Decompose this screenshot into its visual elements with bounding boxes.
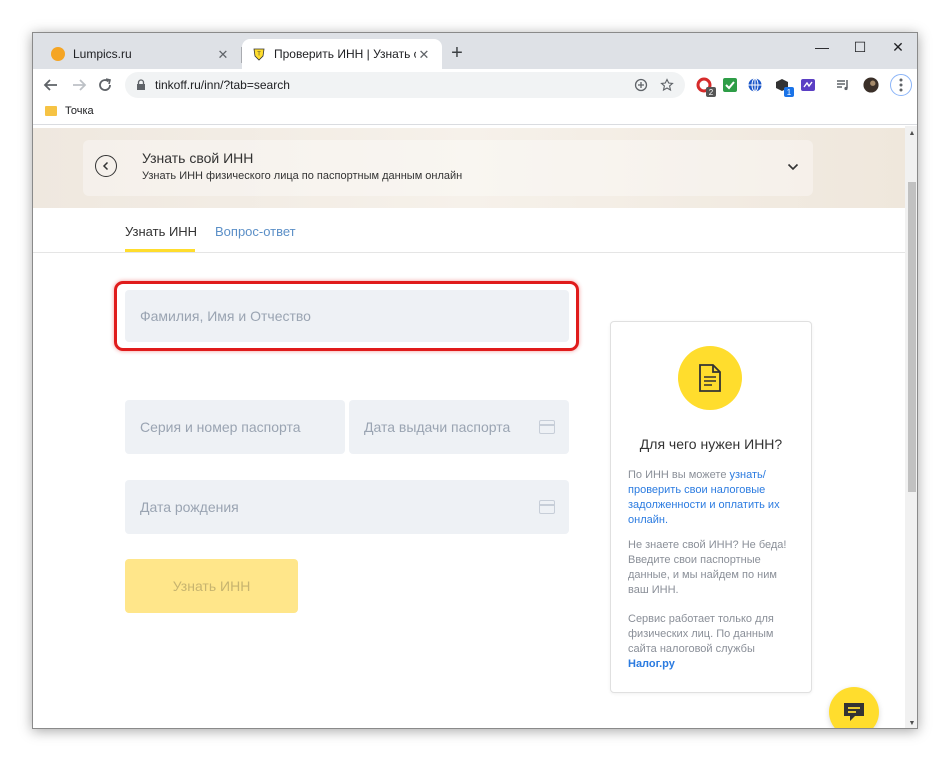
birth-date-placeholder: Дата рождения xyxy=(140,499,239,515)
info-text: По ИНН вы можете xyxy=(628,469,730,481)
calendar-icon[interactable] xyxy=(539,420,555,434)
more-menu-button[interactable] xyxy=(890,74,912,96)
scroll-thumb[interactable] xyxy=(908,182,916,492)
tab-strip: Lumpics.ru ✕ Т Проверить ИНН | Узнать св… xyxy=(33,33,917,69)
chevron-down-icon[interactable] xyxy=(787,160,799,174)
minimize-button[interactable]: — xyxy=(803,33,841,61)
hero-subtitle: Узнать ИНН физического лица по паспортны… xyxy=(142,170,463,182)
info-paragraph-2: Не знаете свой ИНН? Не беда! Введите сво… xyxy=(628,539,787,596)
tab-title: Проверить ИНН | Узнать свой И xyxy=(274,47,416,61)
tab-find-inn[interactable]: Узнать ИНН xyxy=(125,224,197,239)
back-arrow-icon[interactable] xyxy=(39,73,63,97)
tinkoff-favicon-icon: Т xyxy=(252,47,266,61)
info-paragraph-3: Сервис работает только для физических ли… xyxy=(628,612,798,672)
tab-close-icon[interactable]: ✕ xyxy=(416,46,432,62)
maximize-button[interactable]: ☐ xyxy=(841,33,879,61)
address-bar[interactable]: tinkoff.ru/inn/?tab=search xyxy=(125,72,685,98)
bookmarks-bar: Точка xyxy=(33,101,917,125)
close-window-button[interactable]: ✕ xyxy=(879,33,917,61)
tab-tinkoff-inn[interactable]: Т Проверить ИНН | Узнать свой И ✕ xyxy=(242,39,442,69)
tab-close-icon[interactable]: ✕ xyxy=(215,46,231,62)
scroll-down-arrow-icon[interactable]: ▼ xyxy=(905,716,917,728)
bookmark-label: Точка xyxy=(65,105,94,117)
birth-date-input[interactable]: Дата рождения xyxy=(125,480,569,534)
forward-arrow-icon[interactable] xyxy=(67,73,91,97)
scroll-up-arrow-icon[interactable]: ▲ xyxy=(905,126,917,140)
passport-issue-date-input[interactable]: Дата выдачи паспорта xyxy=(349,400,569,454)
purple-extension-icon[interactable] xyxy=(800,77,816,93)
highlight-frame xyxy=(114,281,579,351)
tab-title: Lumpics.ru xyxy=(73,47,132,61)
globe-extension-icon[interactable] xyxy=(747,77,763,93)
browser-window: Lumpics.ru ✕ Т Проверить ИНН | Узнать св… xyxy=(32,32,918,729)
media-queue-icon[interactable] xyxy=(835,77,851,93)
info-title: Для чего нужен ИНН? xyxy=(639,436,783,452)
info-paragraph-1: По ИНН вы можете узнать/ проверить свои … xyxy=(628,468,798,528)
checkmark-extension-icon[interactable] xyxy=(722,77,738,93)
passport-number-input[interactable]: Серия и номер паспорта xyxy=(125,400,345,454)
browser-toolbar: tinkoff.ru/inn/?tab=search 2 1 xyxy=(33,69,917,101)
reload-icon[interactable] xyxy=(93,73,117,97)
info-text: Сервис работает только для физических ли… xyxy=(628,613,774,655)
back-circle-icon[interactable] xyxy=(95,155,117,177)
hero-banner xyxy=(33,128,905,208)
bookmark-star-icon[interactable] xyxy=(659,77,675,93)
tab-faq[interactable]: Вопрос-ответ xyxy=(215,224,296,239)
page-viewport: Узнать свой ИНН Узнать ИНН физического л… xyxy=(33,126,905,728)
hero-title: Узнать свой ИНН xyxy=(142,150,254,166)
page-tabs: Узнать ИНН Вопрос-ответ xyxy=(33,208,905,253)
lumpics-favicon-icon xyxy=(51,47,65,61)
issue-date-placeholder: Дата выдачи паспорта xyxy=(364,419,511,435)
find-inn-button[interactable]: Узнать ИНН xyxy=(125,559,298,613)
chat-icon xyxy=(844,703,864,721)
chat-button[interactable] xyxy=(829,687,879,728)
document-icon xyxy=(678,346,742,410)
nalog-link[interactable]: Налог.ру xyxy=(628,658,675,670)
folder-icon xyxy=(45,106,57,116)
tab-lumpics[interactable]: Lumpics.ru ✕ xyxy=(41,39,241,69)
bookmark-tochka[interactable]: Точка xyxy=(45,105,94,117)
info-card: Для чего нужен ИНН? По ИНН вы можете узн… xyxy=(610,321,812,693)
new-tab-button[interactable]: + xyxy=(447,43,467,63)
url-text[interactable]: tinkoff.ru/inn/?tab=search xyxy=(155,78,633,92)
page-scrollbar[interactable]: ▲ ▼ xyxy=(905,126,917,728)
active-tab-indicator xyxy=(125,249,195,252)
extension-badge: 1 xyxy=(784,87,794,97)
calendar-icon[interactable] xyxy=(539,500,555,514)
add-circle-icon[interactable] xyxy=(633,77,649,93)
opera-extension-icon[interactable]: 2 xyxy=(696,77,716,97)
profile-avatar[interactable] xyxy=(863,77,879,93)
extension-badge: 2 xyxy=(706,87,716,97)
box-extension-icon[interactable]: 1 xyxy=(774,77,794,97)
lock-icon[interactable] xyxy=(135,79,147,91)
hero-card[interactable] xyxy=(83,140,813,196)
